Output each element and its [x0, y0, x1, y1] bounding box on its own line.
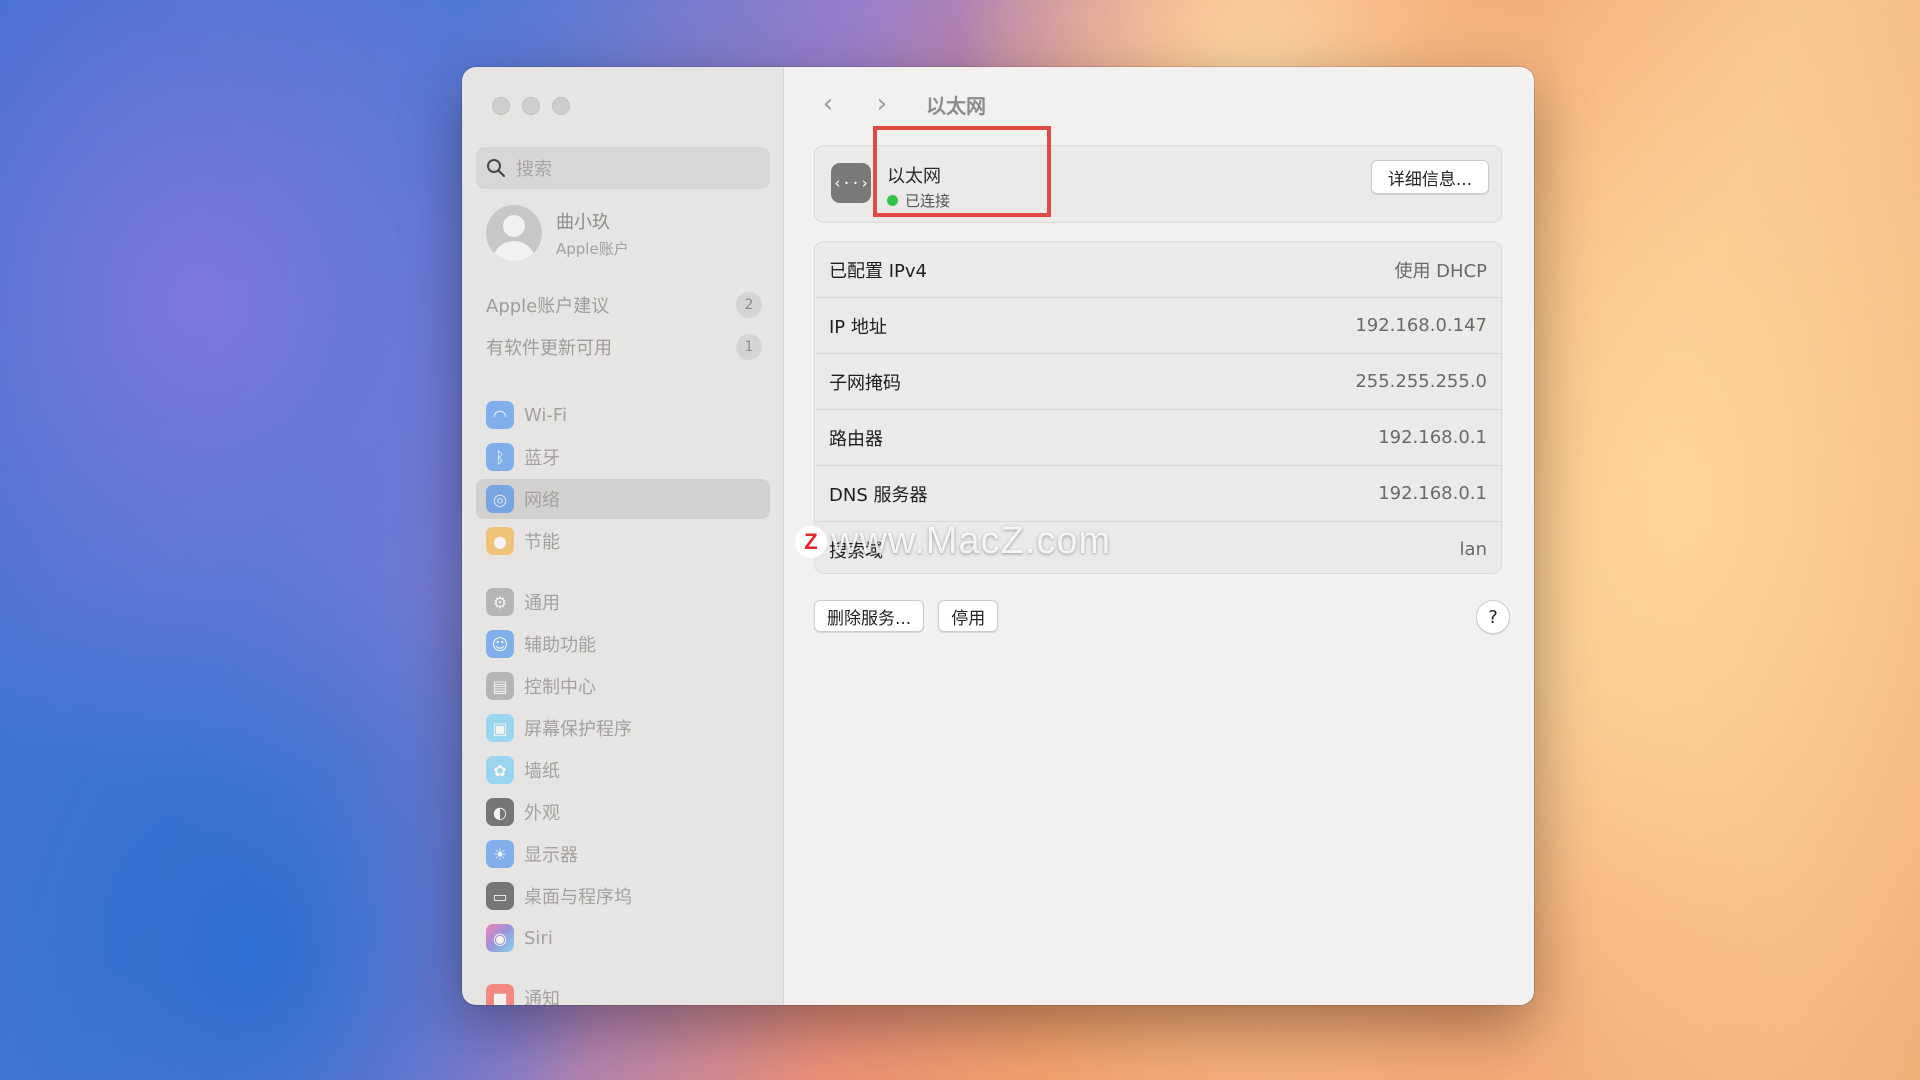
sidebar-item-label: 节能 [524, 532, 560, 553]
sidebar-item-label: 有软件更新可用 [486, 338, 612, 359]
count-badge: 1 [736, 334, 762, 360]
globe-icon: ◎ [486, 485, 514, 513]
row-value: lan [1459, 539, 1487, 560]
ethernet-icon: ‹··› [831, 163, 871, 203]
zoom-window-button[interactable] [552, 97, 570, 115]
sidebar-item-energy[interactable]: ● 节能 [476, 521, 770, 561]
accessibility-icon: ☺ [486, 630, 514, 658]
account-name: 曲小玖 [556, 211, 610, 233]
row-label: DNS 服务器 [829, 484, 928, 506]
sidebar-item-label: 墙纸 [524, 761, 560, 782]
sidebar-item-accessibility[interactable]: ☺ 辅助功能 [476, 624, 770, 664]
network-info-table: 已配置 IPv4 使用 DHCP IP 地址 192.168.0.147 子网掩… [814, 241, 1502, 574]
status-dot-icon [887, 195, 898, 206]
minimize-window-button[interactable] [522, 97, 540, 115]
sidebar-item-bluetooth[interactable]: ᛒ 蓝牙 [476, 437, 770, 477]
gear-icon: ⚙ [486, 588, 514, 616]
sidebar-item-notifications[interactable]: ■ 通知 [476, 978, 770, 1005]
sidebar-item-displays[interactable]: ☀ 显示器 [476, 834, 770, 874]
toolbar: ‹ › 以太网 [814, 89, 986, 119]
details-button[interactable]: 详细信息... [1371, 160, 1489, 194]
row-label: 搜索域 [829, 540, 883, 562]
sidebar-item-desktop-dock[interactable]: ▭ 桌面与程序坞 [476, 876, 770, 916]
sidebar-item-wallpaper[interactable]: ✿ 墙纸 [476, 750, 770, 790]
dock-icon: ▭ [486, 882, 514, 910]
table-row: DNS 服务器 192.168.0.1 [815, 466, 1501, 522]
back-chevron-icon[interactable]: ‹ [814, 89, 842, 119]
control-center-icon: ▤ [486, 672, 514, 700]
row-value: 255.255.255.0 [1355, 371, 1487, 392]
row-label: 子网掩码 [829, 372, 901, 394]
disable-button[interactable]: 停用 [938, 600, 999, 632]
sidebar-item-screensaver[interactable]: ▣ 屏幕保护程序 [476, 708, 770, 748]
system-settings-window: 搜索 曲小玖 Apple账户 Apple账户建议 2 有软件更新可用 1 ◠ W… [462, 67, 1534, 1005]
row-label: 已配置 IPv4 [829, 260, 927, 282]
wallpaper-icon: ✿ [486, 756, 514, 784]
row-value: 192.168.0.1 [1378, 483, 1487, 504]
notifications-icon: ■ [486, 984, 514, 1005]
search-placeholder: 搜索 [516, 159, 552, 180]
table-row: 子网掩码 255.255.255.0 [815, 354, 1501, 410]
search-icon [487, 159, 506, 178]
service-actions: 删除服务... 停用 [814, 600, 999, 632]
sidebar-item-label: 辅助功能 [524, 635, 596, 656]
window-controls [492, 97, 570, 115]
table-row: IP 地址 192.168.0.147 [815, 298, 1501, 354]
connection-status: 已连接 [887, 190, 950, 211]
sidebar-item-network[interactable]: ◎ 网络 [476, 479, 770, 519]
row-value: 192.168.0.147 [1355, 315, 1487, 336]
bluetooth-icon: ᛒ [486, 443, 514, 471]
sidebar-item-label: Siri [524, 927, 553, 949]
sidebar-item-label: 通用 [524, 593, 560, 614]
page-title: 以太网 [926, 93, 986, 118]
sidebar-item-wifi[interactable]: ◠ Wi-Fi [476, 395, 770, 435]
sidebar-item-label: Wi-Fi [524, 404, 567, 426]
row-label: 路由器 [829, 428, 883, 450]
siri-icon: ◉ [486, 924, 514, 952]
sidebar-item-label: 屏幕保护程序 [524, 719, 632, 740]
sidebar-item-label: 桌面与程序坞 [524, 887, 632, 908]
row-value: 192.168.0.1 [1378, 427, 1487, 448]
count-badge: 2 [736, 292, 762, 318]
sidebar-item-general[interactable]: ⚙ 通用 [476, 582, 770, 622]
sidebar-item-label: 通知 [524, 989, 560, 1005]
table-row: 路由器 192.168.0.1 [815, 410, 1501, 466]
screensaver-icon: ▣ [486, 714, 514, 742]
account-subtitle: Apple账户 [556, 239, 629, 258]
avatar [486, 205, 542, 261]
interface-card: ‹··› 以太网 已连接 详细信息... [814, 145, 1502, 223]
search-input[interactable]: 搜索 [476, 147, 770, 189]
row-label: IP 地址 [829, 316, 887, 338]
sidebar-item-label: Apple账户建议 [486, 296, 610, 317]
apple-account[interactable]: 曲小玖 Apple账户 [486, 205, 629, 261]
sidebar-item-label: 外观 [524, 803, 560, 824]
help-button[interactable]: ? [1476, 600, 1510, 634]
sidebar-item-label: 网络 [524, 490, 560, 511]
forward-chevron-icon[interactable]: › [868, 89, 896, 119]
sidebar-item-account-suggestions[interactable]: Apple账户建议 2 [486, 292, 762, 318]
remove-service-button[interactable]: 删除服务... [814, 600, 925, 632]
sidebar: 搜索 曲小玖 Apple账户 Apple账户建议 2 有软件更新可用 1 ◠ W… [462, 67, 784, 1005]
interface-name: 以太网 [887, 166, 941, 187]
sidebar-item-software-update[interactable]: 有软件更新可用 1 [486, 334, 762, 360]
status-text: 已连接 [905, 192, 951, 210]
sidebar-item-appearance[interactable]: ◐ 外观 [476, 792, 770, 832]
sidebar-item-siri[interactable]: ◉ Siri [476, 918, 770, 958]
display-icon: ☀ [486, 840, 514, 868]
table-row: 已配置 IPv4 使用 DHCP [815, 242, 1501, 298]
row-value: 使用 DHCP [1394, 260, 1487, 282]
wifi-icon: ◠ [486, 401, 514, 429]
appearance-icon: ◐ [486, 798, 514, 826]
close-window-button[interactable] [492, 97, 510, 115]
lightbulb-icon: ● [486, 527, 514, 555]
table-row: 搜索域 lan [815, 522, 1501, 577]
sidebar-item-label: 蓝牙 [524, 448, 560, 469]
sidebar-item-label: 控制中心 [524, 677, 596, 698]
main-content: ‹ › 以太网 ‹··› 以太网 已连接 详细信息... 已配置 IPv4 使用… [784, 67, 1534, 1005]
sidebar-item-label: 显示器 [524, 845, 578, 866]
sidebar-item-control-center[interactable]: ▤ 控制中心 [476, 666, 770, 706]
